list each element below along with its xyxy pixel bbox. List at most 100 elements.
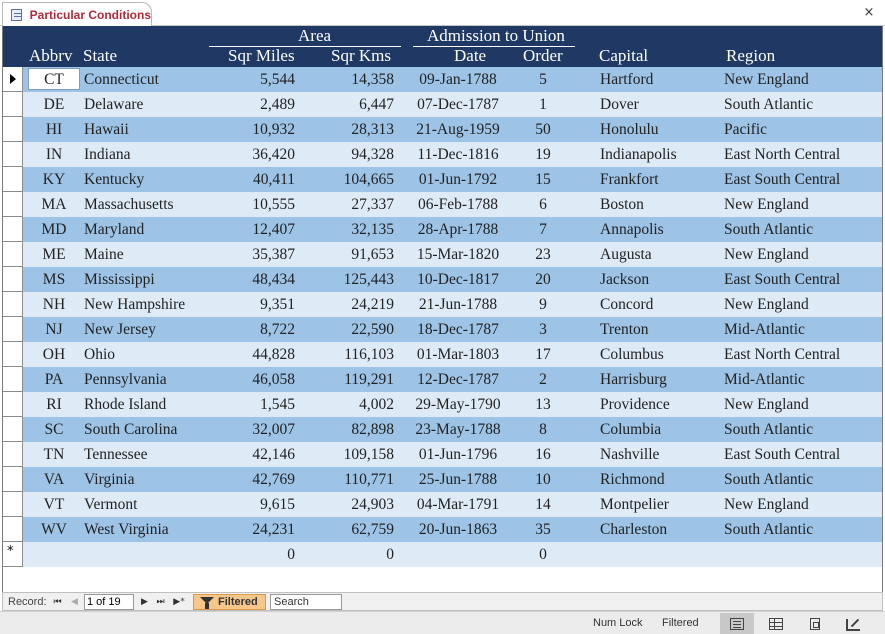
state-cell[interactable]: Massachusetts [84, 192, 209, 217]
admission-date-cell[interactable]: 07-Dec-1787 [408, 92, 508, 117]
admission-order-cell[interactable]: 8 [518, 417, 568, 442]
sqr-kms-cell[interactable]: 6,447 [299, 92, 394, 117]
record-row[interactable]: CT Connecticut 5,544 14,358 09-Jan-1788 5 Hart… [3, 67, 882, 92]
admission-order-cell[interactable]: 9 [518, 292, 568, 317]
sqr-kms-cell[interactable]: 104,665 [299, 167, 394, 192]
admission-order-cell[interactable]: 50 [518, 117, 568, 142]
abbrv-cell[interactable]: IN [25, 142, 83, 167]
new-order-cell[interactable]: 0 [518, 542, 568, 567]
capital-cell[interactable]: Columbus [600, 342, 722, 367]
admission-order-cell[interactable]: 3 [518, 317, 568, 342]
capital-cell[interactable]: Columbia [600, 417, 722, 442]
abbrv-cell[interactable]: SC [25, 417, 83, 442]
close-tab-button[interactable]: × [861, 4, 877, 22]
record-row[interactable]: NJ New Jersey 8,722 22,590 18-Dec-1787 3 Trent… [3, 317, 882, 342]
admission-date-cell[interactable]: 18-Dec-1787 [408, 317, 508, 342]
state-cell[interactable]: Connecticut [84, 67, 209, 92]
column-header-state[interactable]: State [83, 46, 117, 66]
abbrv-cell[interactable]: CT [25, 67, 83, 92]
record-selector[interactable] [3, 417, 23, 442]
column-header-sqr-miles[interactable]: Sqr Miles [228, 46, 295, 66]
record-row[interactable]: SC South Carolina 32,007 82,898 23-May-1788 8… [3, 417, 882, 442]
last-record-button[interactable]: ⏭ [154, 595, 167, 609]
region-cell[interactable]: East South Central [724, 267, 874, 292]
new-sqr-kms-cell[interactable]: 0 [299, 542, 394, 567]
region-cell[interactable]: Mid-Atlantic [724, 317, 874, 342]
sqr-kms-cell[interactable]: 24,219 [299, 292, 394, 317]
sqr-kms-cell[interactable]: 116,103 [299, 342, 394, 367]
design-view-button[interactable] [836, 613, 870, 634]
state-cell[interactable]: Tennessee [84, 442, 209, 467]
sqr-kms-cell[interactable]: 14,358 [299, 67, 394, 92]
state-cell[interactable]: West Virginia [84, 517, 209, 542]
sqr-miles-cell[interactable]: 42,769 [209, 467, 295, 492]
capital-cell[interactable]: Augusta [600, 242, 722, 267]
sqr-miles-cell[interactable]: 42,146 [209, 442, 295, 467]
capital-cell[interactable]: Hartford [600, 67, 722, 92]
record-row[interactable]: OH Ohio 44,828 116,103 01-Mar-1803 17 Columbus… [3, 342, 882, 367]
sqr-miles-cell[interactable]: 10,932 [209, 117, 295, 142]
sqr-kms-cell[interactable]: 94,328 [299, 142, 394, 167]
admission-date-cell[interactable]: 01-Mar-1803 [408, 342, 508, 367]
admission-date-cell[interactable]: 11-Dec-1816 [408, 142, 508, 167]
abbrv-cell[interactable]: MA [25, 192, 83, 217]
column-header-date[interactable]: Date [454, 46, 486, 66]
admission-order-cell[interactable]: 13 [518, 392, 568, 417]
sqr-kms-cell[interactable]: 110,771 [299, 467, 394, 492]
abbrv-cell[interactable]: WV [25, 517, 83, 542]
sqr-miles-cell[interactable]: 24,231 [209, 517, 295, 542]
sqr-miles-cell[interactable]: 2,489 [209, 92, 295, 117]
capital-cell[interactable]: Jackson [600, 267, 722, 292]
region-cell[interactable]: East South Central [724, 167, 874, 192]
column-header-abbrv[interactable]: Abbrv [29, 46, 72, 66]
state-cell[interactable]: New Jersey [84, 317, 209, 342]
region-cell[interactable]: New England [724, 392, 874, 417]
state-cell[interactable]: Rhode Island [84, 392, 209, 417]
capital-cell[interactable]: Montpelier [600, 492, 722, 517]
region-cell[interactable]: South Atlantic [724, 92, 874, 117]
column-header-region[interactable]: Region [726, 46, 775, 66]
sqr-kms-cell[interactable]: 28,313 [299, 117, 394, 142]
admission-date-cell[interactable]: 06-Feb-1788 [408, 192, 508, 217]
admission-order-cell[interactable]: 7 [518, 217, 568, 242]
record-row[interactable]: ME Maine 35,387 91,653 15-Mar-1820 23 Augusta N… [3, 242, 882, 267]
admission-date-cell[interactable]: 25-Jun-1788 [408, 467, 508, 492]
region-cell[interactable]: South Atlantic [724, 467, 874, 492]
record-selector[interactable] [3, 92, 23, 117]
record-row[interactable]: MD Maryland 12,407 32,135 28-Apr-1788 7 Annapo… [3, 217, 882, 242]
state-cell[interactable]: Maine [84, 242, 209, 267]
sqr-kms-cell[interactable]: 119,291 [299, 367, 394, 392]
record-selector[interactable] [3, 517, 23, 542]
record-row[interactable]: NH New Hampshire 9,351 24,219 21-Jun-1788 9 Co… [3, 292, 882, 317]
record-selector[interactable] [3, 392, 23, 417]
sqr-kms-cell[interactable]: 82,898 [299, 417, 394, 442]
sqr-kms-cell[interactable]: 27,337 [299, 192, 394, 217]
admission-date-cell[interactable]: 23-May-1788 [408, 417, 508, 442]
sqr-miles-cell[interactable]: 9,615 [209, 492, 295, 517]
record-row[interactable]: IN Indiana 36,420 94,328 11-Dec-1816 19 Indian… [3, 142, 882, 167]
abbrv-cell[interactable]: MS [25, 267, 83, 292]
admission-date-cell[interactable]: 21-Aug-1959 [408, 117, 508, 142]
sqr-miles-cell[interactable]: 36,420 [209, 142, 295, 167]
abbrv-cell[interactable]: VT [25, 492, 83, 517]
region-cell[interactable]: South Atlantic [724, 417, 874, 442]
capital-cell[interactable]: Trenton [600, 317, 722, 342]
capital-cell[interactable]: Providence [600, 392, 722, 417]
admission-order-cell[interactable]: 23 [518, 242, 568, 267]
sqr-miles-cell[interactable]: 48,434 [209, 267, 295, 292]
admission-date-cell[interactable]: 04-Mar-1791 [408, 492, 508, 517]
capital-cell[interactable]: Boston [600, 192, 722, 217]
region-cell[interactable]: New England [724, 292, 874, 317]
admission-date-cell[interactable]: 29-May-1790 [408, 392, 508, 417]
new-record-row[interactable]: * 0 0 0 [3, 542, 882, 567]
capital-cell[interactable]: Nashville [600, 442, 722, 467]
region-cell[interactable]: Pacific [724, 117, 874, 142]
admission-order-cell[interactable]: 2 [518, 367, 568, 392]
sqr-kms-cell[interactable]: 91,653 [299, 242, 394, 267]
region-cell[interactable]: New England [724, 67, 874, 92]
record-row[interactable]: MS Mississippi 48,434 125,443 10-Dec-1817 20 J… [3, 267, 882, 292]
region-cell[interactable]: South Atlantic [724, 217, 874, 242]
admission-date-cell[interactable]: 01-Jun-1796 [408, 442, 508, 467]
state-cell[interactable]: Indiana [84, 142, 209, 167]
record-selector[interactable] [3, 442, 23, 467]
